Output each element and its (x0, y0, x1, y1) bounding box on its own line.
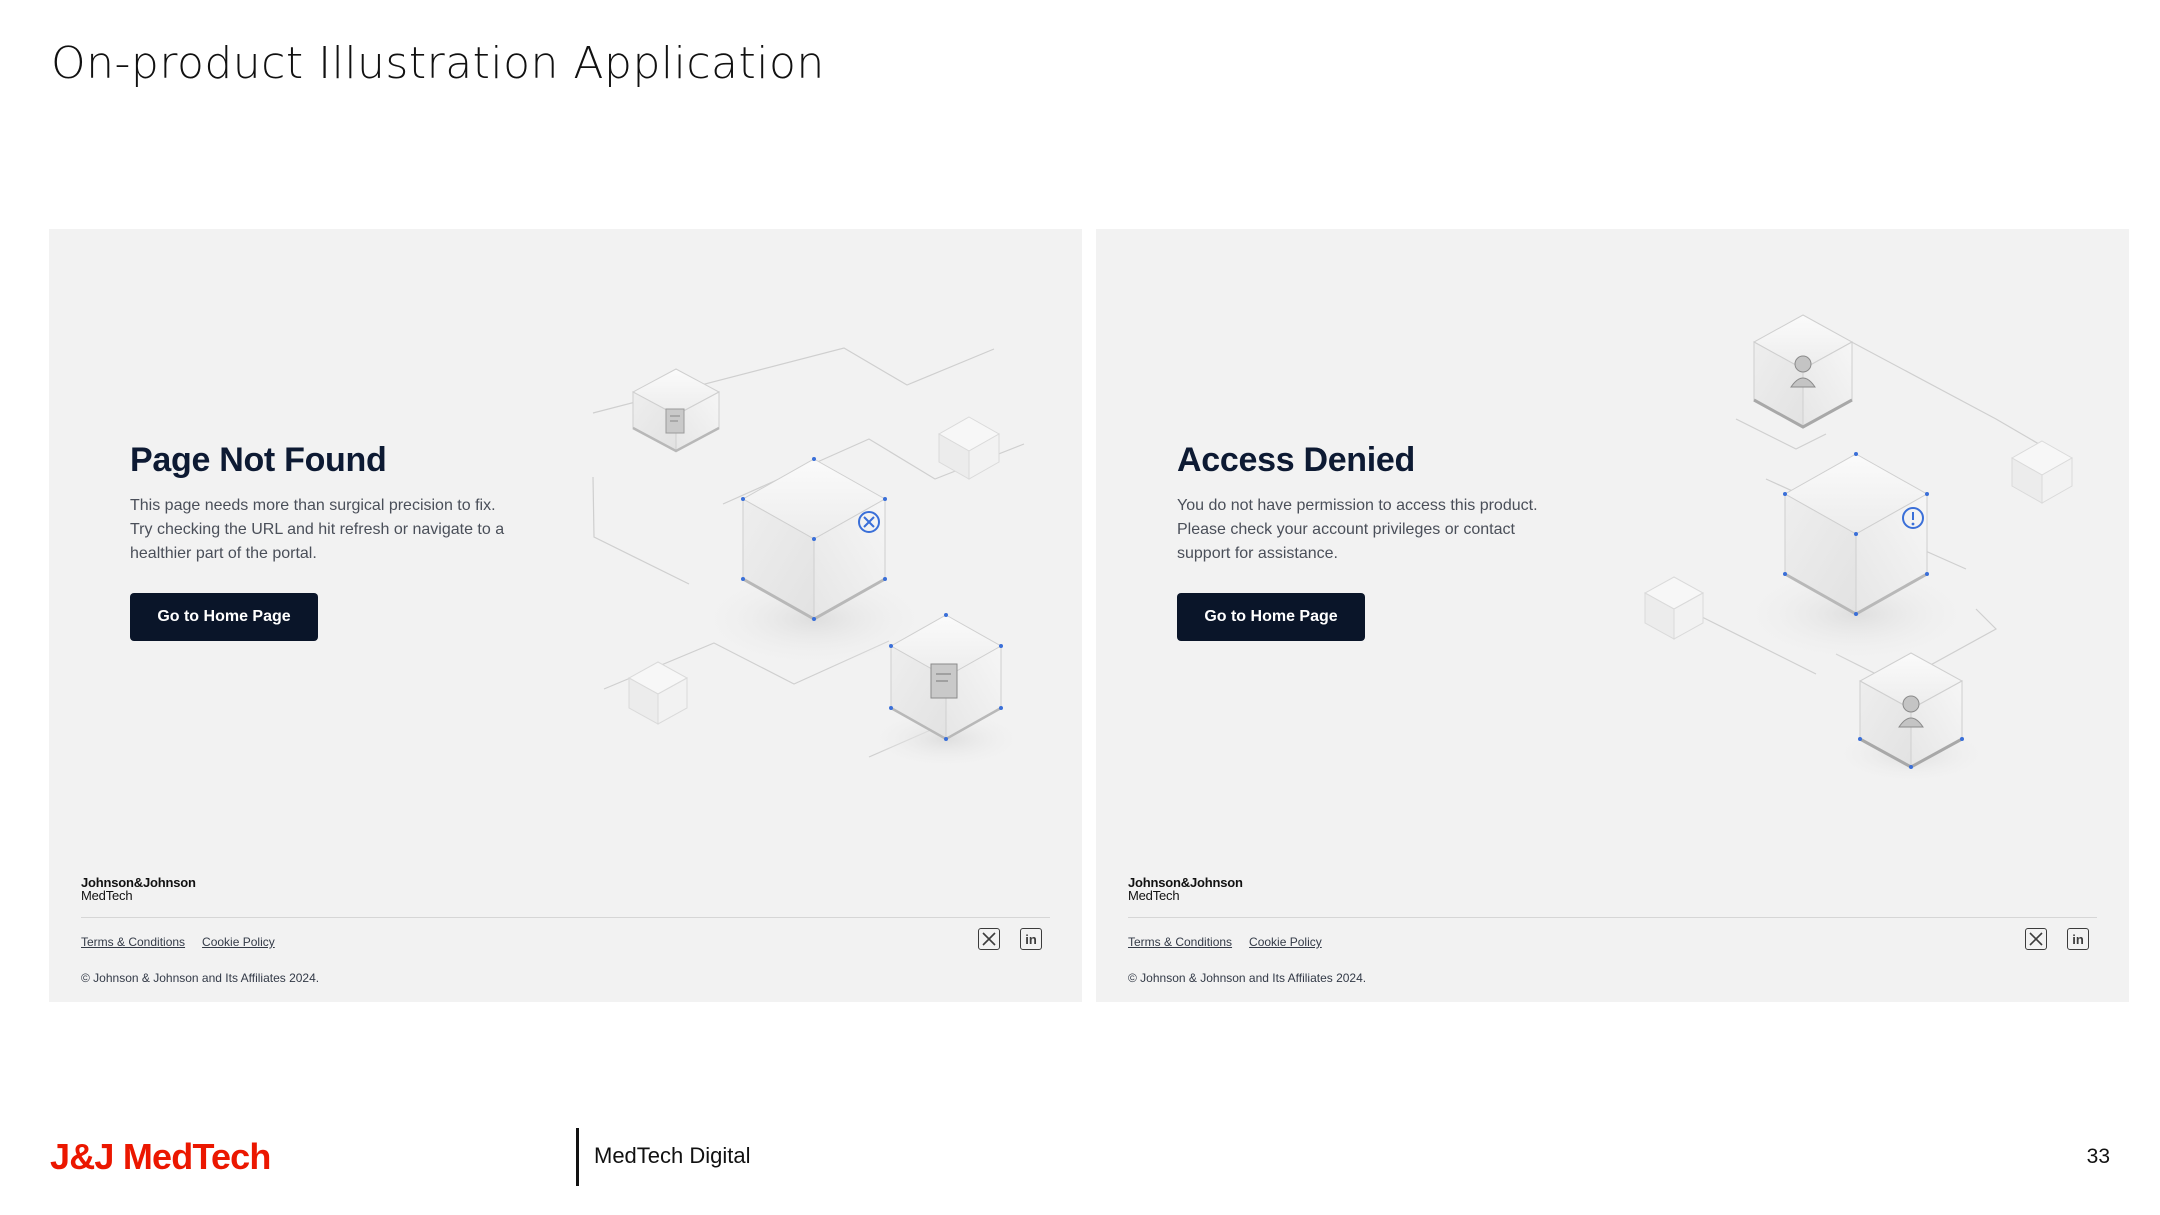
blank-cube (937, 416, 1001, 480)
terms-conditions-link[interactable]: Terms & Conditions (81, 935, 185, 949)
error-description: You do not have permission to access thi… (1177, 497, 1538, 562)
user-cube (1752, 314, 1854, 429)
x-icon[interactable] (2025, 928, 2047, 950)
error-description: This page needs more than surgical preci… (130, 497, 505, 562)
jj-medtech-logo: J&J MedTech (50, 1136, 271, 1177)
linkedin-icon[interactable]: in (1020, 928, 1042, 950)
johnson-johnson-medtech-logo: Johnson&Johnson MedTech (81, 875, 196, 903)
social-links: in (978, 928, 1042, 950)
terms-conditions-link[interactable]: Terms & Conditions (1128, 935, 1232, 949)
go-to-home-page-button[interactable]: Go to Home Page (130, 593, 318, 641)
copyright-text: © Johnson & Johnson and Its Affiliates 2… (1128, 971, 1367, 985)
footer-divider (1128, 917, 2097, 918)
linkedin-icon[interactable]: in (2067, 928, 2089, 950)
cookie-policy-link[interactable]: Cookie Policy (202, 935, 275, 949)
main-cube (694, 457, 934, 669)
footer-separator (576, 1128, 579, 1186)
user-cube (1831, 652, 1991, 784)
johnson-johnson-medtech-logo: Johnson&Johnson MedTech (1128, 875, 1243, 903)
blank-cube (627, 661, 689, 725)
error-heading: Access Denied (1177, 441, 1416, 479)
social-links: in (2025, 928, 2089, 950)
document-cube (631, 368, 721, 453)
page-not-found-screen: Page Not Found This page needs more than… (49, 229, 1082, 1002)
cookie-policy-link[interactable]: Cookie Policy (1249, 935, 1322, 949)
error-message: Page Not Found This page needs more than… (130, 441, 590, 566)
footer-links: Terms & Conditions Cookie Policy (1128, 935, 1322, 949)
footer-links: Terms & Conditions Cookie Policy (81, 935, 275, 949)
x-icon[interactable] (978, 928, 1000, 950)
slide-title: On-product Illustration Application (51, 38, 825, 89)
copyright-text: © Johnson & Johnson and Its Affiliates 2… (81, 971, 320, 985)
error-heading: Page Not Found (130, 441, 387, 479)
go-to-home-page-button[interactable]: Go to Home Page (1177, 593, 1365, 641)
blank-cube (2010, 440, 2074, 504)
error-message: Access Denied You do not have permission… (1177, 441, 1637, 566)
footer-subtitle: MedTech Digital (594, 1143, 751, 1168)
blank-cube (1643, 576, 1705, 640)
access-denied-screen: Access Denied You do not have permission… (1096, 229, 2129, 1002)
footer-divider (81, 917, 1050, 918)
page-number: 33 (2086, 1145, 2110, 1168)
